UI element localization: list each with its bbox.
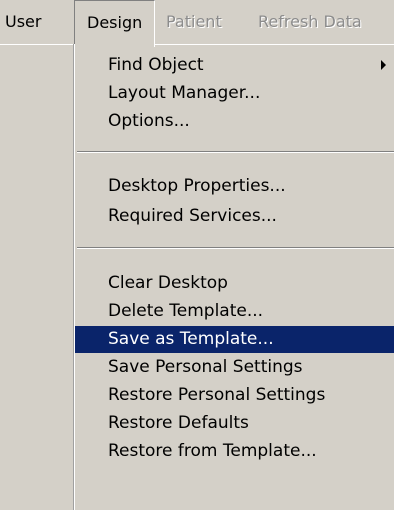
menu-item-label: Find Object: [108, 55, 204, 75]
menu-design[interactable]: Design: [74, 0, 156, 47]
menu-item-find-object[interactable]: Find Object: [75, 52, 394, 79]
menu-item-restore-defaults[interactable]: Restore Defaults: [75, 410, 394, 437]
menu-separator: [77, 151, 394, 153]
menu-item-label: Restore Personal Settings: [108, 385, 326, 405]
design-dropdown-menu: Find Object Layout Manager... Options...…: [75, 52, 394, 510]
menu-item-label: Save as Template...: [108, 329, 274, 349]
menu-item-clear-desktop[interactable]: Clear Desktop: [75, 270, 394, 297]
menu-item-delete-template[interactable]: Delete Template...: [75, 298, 394, 325]
menu-refresh-data[interactable]: Refresh Data: [258, 0, 362, 44]
menu-item-label: Restore from Template...: [108, 441, 317, 461]
menu-item-options[interactable]: Options...: [75, 108, 394, 135]
menu-item-label: Layout Manager...: [108, 83, 261, 103]
menu-item-label: Delete Template...: [108, 301, 264, 321]
menu-item-desktop-properties[interactable]: Desktop Properties...: [75, 173, 394, 200]
menu-item-label: Required Services...: [108, 206, 277, 226]
menu-patient[interactable]: Patient: [166, 0, 222, 44]
submenu-arrow-icon: [381, 60, 386, 70]
menu-item-label: Options...: [108, 111, 190, 131]
menu-item-label: Restore Defaults: [108, 413, 249, 433]
menu-item-save-personal-settings[interactable]: Save Personal Settings: [75, 354, 394, 381]
menu-item-label: Save Personal Settings: [108, 357, 303, 377]
menu-item-required-services[interactable]: Required Services...: [75, 203, 394, 230]
menu-separator: [77, 247, 394, 249]
menu-item-label: Desktop Properties...: [108, 176, 286, 196]
menu-item-label: Clear Desktop: [108, 273, 228, 293]
menu-item-restore-personal-settings[interactable]: Restore Personal Settings: [75, 382, 394, 409]
menu-user[interactable]: User: [5, 0, 41, 44]
menu-bar: User Design Patient Refresh Data: [0, 0, 394, 47]
menu-item-layout-manager[interactable]: Layout Manager...: [75, 80, 394, 107]
menu-item-save-as-template[interactable]: Save as Template...: [75, 326, 394, 353]
menu-item-restore-from-template[interactable]: Restore from Template...: [75, 438, 394, 465]
